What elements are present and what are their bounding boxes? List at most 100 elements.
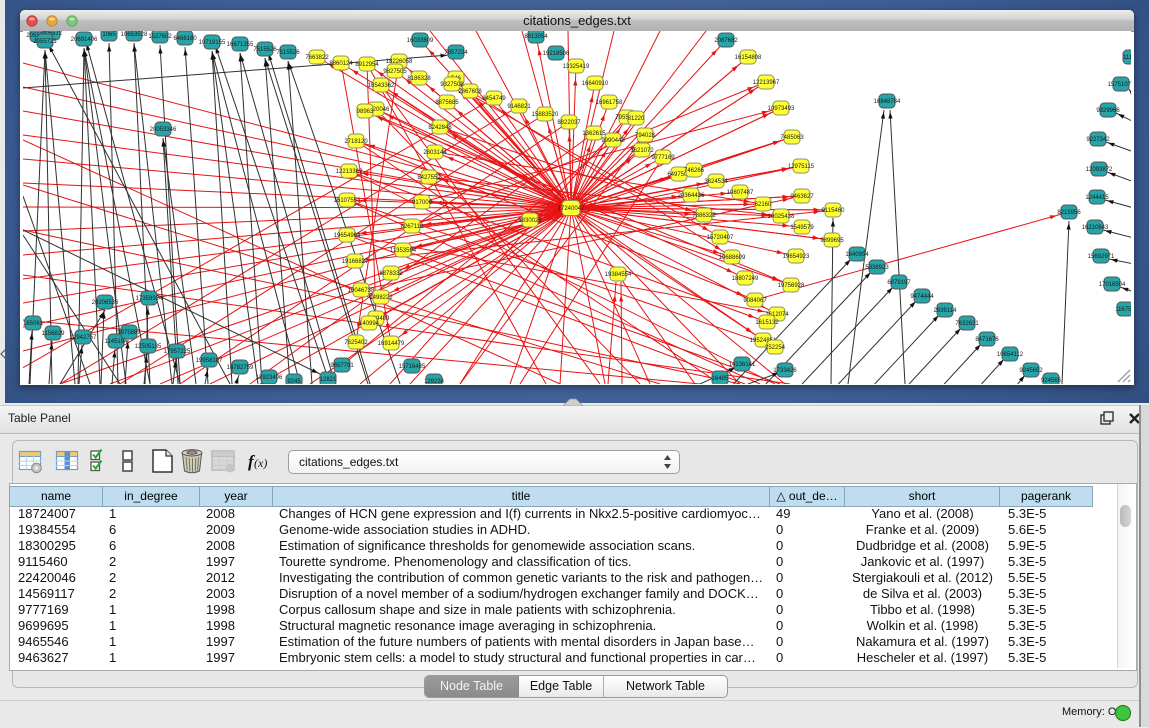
svg-text:11353594: 11353594 — [390, 248, 417, 254]
svg-text:12213967: 12213967 — [753, 80, 780, 86]
svg-text:19756928: 19756928 — [778, 283, 805, 289]
svg-text:7485063: 7485063 — [780, 135, 804, 141]
svg-text:8471676: 8471676 — [975, 337, 999, 343]
svg-text:9329966: 9329966 — [1096, 108, 1120, 114]
svg-text:9227342: 9227342 — [1086, 137, 1110, 143]
svg-text:2055721: 2055721 — [33, 39, 57, 45]
svg-text:1156829: 1156829 — [42, 331, 66, 337]
svg-text:15720407: 15720407 — [707, 235, 734, 241]
svg-text:15883520: 15883520 — [532, 112, 559, 118]
svg-text:19218506: 19218506 — [543, 51, 570, 57]
svg-text:1362615: 1362615 — [582, 131, 606, 137]
svg-text:10653528: 10653528 — [121, 32, 148, 38]
svg-text:5938923: 5938923 — [865, 265, 889, 271]
svg-text:16640910: 16640910 — [582, 81, 609, 87]
svg-text:8215956: 8215956 — [1057, 210, 1081, 216]
svg-text:12942757: 12942757 — [70, 335, 97, 341]
svg-text:140994: 140994 — [359, 321, 380, 327]
svg-text:12975115: 12975115 — [788, 164, 815, 170]
svg-text:1527602: 1527602 — [148, 34, 172, 40]
svg-text:129234: 129234 — [424, 379, 445, 384]
svg-text:7625402: 7625402 — [344, 340, 368, 346]
svg-text:10719155: 10719155 — [199, 40, 226, 46]
svg-text:794028: 794028 — [635, 133, 656, 139]
svg-text:8242848: 8242848 — [428, 125, 452, 131]
svg-text:9827505: 9827505 — [383, 69, 407, 75]
svg-text:1830029: 1830029 — [518, 218, 542, 224]
svg-text:2867608: 2867608 — [458, 89, 482, 95]
svg-text:10046738: 10046738 — [348, 288, 375, 294]
svg-text:18807249: 18807249 — [732, 276, 759, 282]
svg-text:8822037: 8822037 — [557, 120, 581, 126]
svg-text:924565: 924565 — [1041, 378, 1062, 384]
svg-text:16543362: 16543362 — [368, 83, 395, 89]
svg-text:17016504: 17016504 — [1099, 282, 1126, 288]
svg-text:9657791: 9657791 — [330, 363, 354, 369]
svg-text:15751074: 15751074 — [1108, 82, 1131, 88]
svg-text:3624534: 3624534 — [704, 179, 728, 185]
svg-text:16914479: 16914479 — [378, 341, 405, 347]
svg-text:8860124: 8860124 — [329, 61, 353, 67]
svg-text:2803144: 2803144 — [423, 150, 447, 156]
svg-text:9777169: 9777169 — [651, 155, 675, 161]
svg-text:12213369: 12213369 — [336, 169, 363, 175]
svg-text:8912954: 8912954 — [355, 62, 379, 68]
svg-text:10688609: 10688609 — [719, 255, 746, 261]
svg-text:16107553: 16107553 — [334, 198, 361, 204]
svg-text:7857224: 7857224 — [444, 50, 468, 56]
svg-text:8875685: 8875685 — [435, 100, 459, 106]
svg-text:20206536: 20206536 — [92, 300, 119, 306]
svg-text:9245652: 9245652 — [1019, 368, 1043, 374]
svg-text:2935114: 2935114 — [934, 308, 958, 314]
svg-text:19384554: 19384554 — [605, 272, 632, 278]
svg-text:8878332: 8878332 — [379, 271, 403, 277]
svg-text:6466160: 6466160 — [173, 36, 197, 42]
svg-text:7663822: 7663822 — [305, 55, 329, 61]
svg-text:11125: 11125 — [1123, 55, 1131, 61]
svg-text:20364436: 20364436 — [678, 193, 705, 199]
svg-text:7515526: 7515526 — [253, 47, 277, 53]
svg-text:9084067: 9084067 — [743, 298, 767, 304]
svg-text:252254: 252254 — [765, 345, 786, 351]
svg-text:8186328: 8186328 — [407, 76, 431, 82]
svg-text:62160: 62160 — [755, 202, 772, 208]
svg-text:10654112: 10654112 — [997, 352, 1024, 358]
svg-text:8427552: 8427552 — [417, 175, 441, 181]
svg-text:185061: 185061 — [23, 321, 44, 327]
svg-text:1640954: 1640954 — [845, 252, 869, 258]
svg-text:9115460: 9115460 — [822, 208, 846, 214]
svg-text:1065: 1065 — [102, 32, 116, 38]
svg-text:16154808: 16154808 — [735, 55, 762, 61]
svg-text:10973493: 10973493 — [768, 106, 795, 112]
svg-text:8454749: 8454749 — [482, 96, 506, 102]
svg-text:6879197: 6879197 — [887, 280, 911, 286]
svg-text:7515526: 7515526 — [276, 50, 300, 56]
svg-text:13325419: 13325419 — [563, 64, 590, 70]
svg-text:116753: 116753 — [1115, 307, 1131, 313]
svg-text:20053346: 20053346 — [150, 127, 177, 133]
svg-text:8813054: 8813054 — [524, 34, 548, 40]
svg-text:(x): (x) — [254, 456, 267, 470]
svg-text:9899695: 9899695 — [820, 238, 844, 244]
svg-text:2718120: 2718120 — [344, 139, 368, 145]
svg-text:19166827: 19166827 — [342, 259, 369, 265]
svg-text:9146821: 9146821 — [507, 104, 531, 110]
svg-text:917006: 917006 — [412, 200, 433, 206]
svg-text:1145194: 1145194 — [105, 339, 129, 345]
svg-text:16782759: 16782759 — [227, 365, 254, 371]
svg-text:8267110: 8267110 — [401, 224, 425, 230]
svg-text:19654963: 19654963 — [334, 233, 361, 239]
svg-text:16033809: 16033809 — [407, 38, 434, 44]
svg-text:9975887: 9975887 — [117, 330, 141, 336]
svg-text:9474444: 9474444 — [910, 294, 934, 300]
svg-text:19958107: 19958107 — [196, 358, 223, 364]
svg-text:16671355: 16671355 — [227, 42, 254, 48]
svg-text:17359924: 17359924 — [136, 296, 163, 302]
svg-text:746266: 746266 — [684, 168, 705, 174]
svg-text:19654923: 19654923 — [783, 254, 810, 260]
svg-text:10025438: 10025438 — [768, 214, 795, 220]
svg-text:16485: 16485 — [712, 376, 729, 382]
svg-text:1621072: 1621072 — [630, 148, 654, 154]
svg-text:20691406: 20691406 — [71, 37, 98, 43]
svg-text:1615132: 1615132 — [755, 320, 779, 326]
